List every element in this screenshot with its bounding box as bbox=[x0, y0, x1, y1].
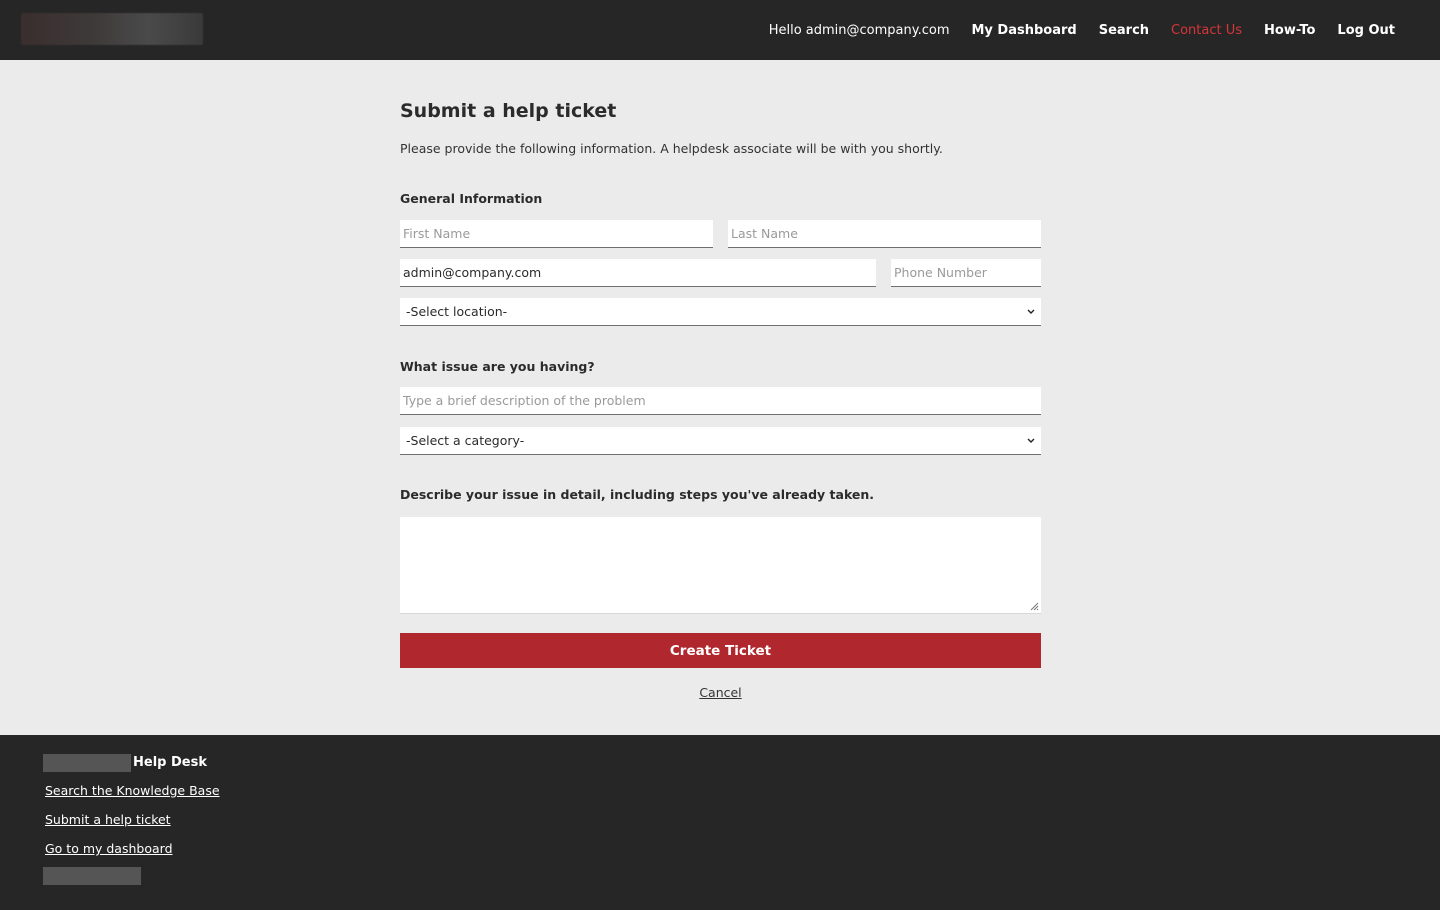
top-navigation-bar: Hello admin@company.com My Dashboard Sea… bbox=[0, 0, 1440, 60]
nav-menu: Hello admin@company.com My Dashboard Sea… bbox=[769, 0, 1395, 60]
phone-number-input[interactable] bbox=[891, 259, 1041, 287]
nav-log-out[interactable]: Log Out bbox=[1337, 23, 1395, 38]
location-select-value: -Select location- bbox=[406, 304, 508, 319]
footer-logo bbox=[43, 754, 131, 772]
category-select[interactable]: -Select a category- bbox=[400, 427, 1041, 455]
company-logo[interactable] bbox=[21, 13, 203, 45]
chevron-down-icon bbox=[1027, 438, 1035, 443]
detail-heading: Describe your issue in detail, including… bbox=[400, 487, 875, 502]
nav-how-to[interactable]: How-To bbox=[1264, 23, 1315, 38]
footer-title: Help Desk bbox=[133, 755, 207, 770]
general-information-heading: General Information bbox=[400, 191, 543, 206]
footer-link-knowledge-base[interactable]: Search the Knowledge Base bbox=[45, 783, 220, 798]
resize-handle-icon[interactable] bbox=[1029, 601, 1039, 611]
page-title: Submit a help ticket bbox=[400, 100, 617, 122]
issue-detail-textarea[interactable] bbox=[400, 517, 1041, 614]
email-input[interactable] bbox=[400, 259, 876, 287]
category-select-value: -Select a category- bbox=[406, 433, 525, 448]
footer: Help Desk Search the Knowledge Base Subm… bbox=[0, 735, 1440, 910]
user-greeting: Hello admin@company.com bbox=[768, 22, 950, 38]
footer-link-submit-ticket[interactable]: Submit a help ticket bbox=[45, 812, 171, 827]
nav-contact-us[interactable]: Contact Us bbox=[1171, 23, 1242, 38]
issue-heading: What issue are you having? bbox=[400, 359, 595, 374]
last-name-input[interactable] bbox=[728, 220, 1041, 248]
issue-summary-input[interactable] bbox=[400, 387, 1041, 415]
footer-redacted-block bbox=[43, 867, 141, 885]
nav-my-dashboard[interactable]: My Dashboard bbox=[971, 23, 1076, 38]
create-ticket-button[interactable]: Create Ticket bbox=[400, 633, 1041, 668]
first-name-input[interactable] bbox=[400, 220, 713, 248]
chevron-down-icon bbox=[1027, 309, 1035, 314]
location-select[interactable]: -Select location- bbox=[400, 298, 1041, 326]
intro-text: Please provide the following information… bbox=[400, 141, 943, 156]
nav-search[interactable]: Search bbox=[1099, 23, 1149, 38]
cancel-link[interactable]: Cancel bbox=[400, 685, 1041, 700]
footer-link-dashboard[interactable]: Go to my dashboard bbox=[45, 841, 173, 856]
